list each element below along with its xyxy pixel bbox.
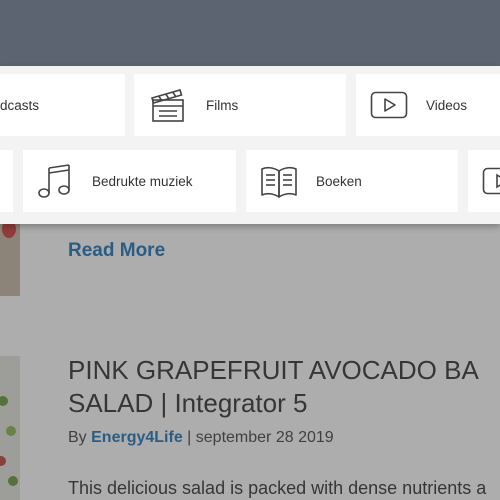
menu-item-partial-right[interactable] [468,150,500,212]
menu-item-bedrukte-muziek[interactable]: Bedrukte muziek [23,150,236,212]
clapperboard-icon [150,86,186,124]
play-icon [482,167,500,195]
site-header [0,0,500,66]
menu-item-videos[interactable]: Videos [356,74,500,136]
media-dropdown-menu: dcasts Films Videos Bedrukte muziek Boek… [0,66,500,224]
menu-item-films[interactable]: Films [134,74,346,136]
menu-item-boeken[interactable]: Boeken [246,150,458,212]
menu-item-label: Boeken [316,173,362,189]
menu-item-partial-left[interactable] [0,150,13,212]
menu-item-podcasts[interactable]: dcasts [0,74,125,136]
menu-item-label: Bedrukte muziek [92,173,193,189]
menu-item-label: Films [206,97,239,113]
play-icon [370,91,408,119]
open-book-icon [259,162,299,200]
music-note-icon [36,162,74,200]
menu-item-label: dcasts [0,97,40,113]
menu-item-label: Videos [426,97,468,113]
